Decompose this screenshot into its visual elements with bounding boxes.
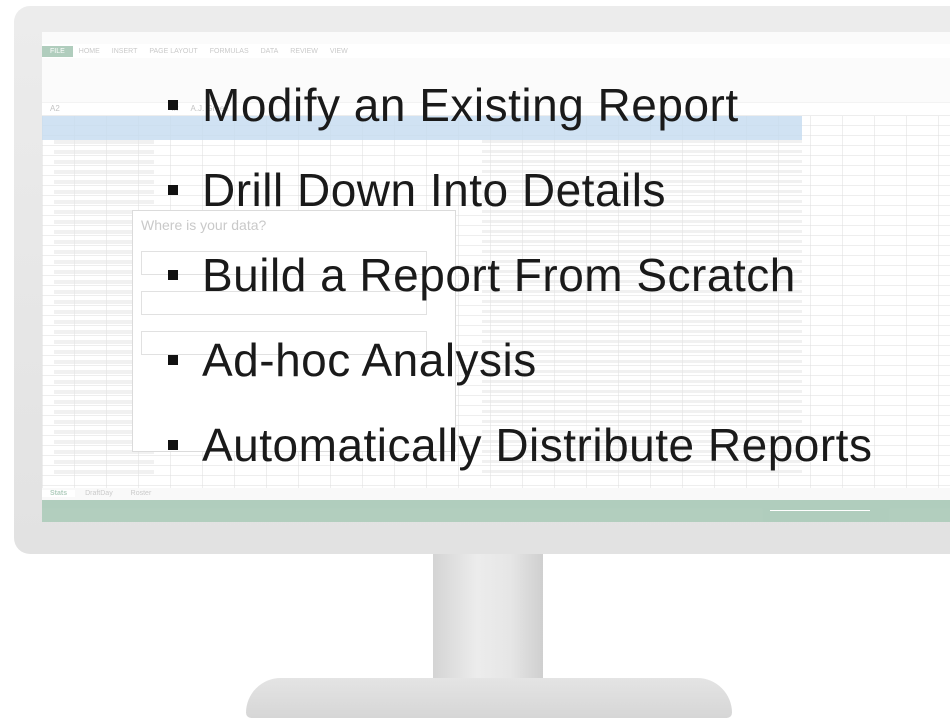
monitor-stand-neck [433, 554, 543, 684]
feature-label: Drill Down Into Details [202, 164, 666, 216]
monitor-frame: FILE HOME INSERT PAGE LAYOUT FORMULAS DA… [14, 6, 950, 554]
bullet-square-icon [168, 100, 178, 110]
feature-item: Build a Report From Scratch [168, 248, 796, 302]
feature-label: Build a Report From Scratch [202, 249, 796, 301]
monitor-screen: FILE HOME INSERT PAGE LAYOUT FORMULAS DA… [42, 32, 950, 522]
monitor-stand-base [246, 678, 732, 718]
feature-item: Ad-hoc Analysis [168, 333, 537, 387]
bullet-square-icon [168, 185, 178, 195]
feature-list: Modify an Existing Report Drill Down Int… [42, 32, 950, 522]
feature-item: Modify an Existing Report [168, 78, 739, 132]
feature-item: Automatically Distribute Reports [168, 418, 872, 472]
feature-label: Ad-hoc Analysis [202, 334, 537, 386]
feature-item: Drill Down Into Details [168, 163, 666, 217]
bullet-square-icon [168, 270, 178, 280]
bullet-square-icon [168, 355, 178, 365]
feature-label: Modify an Existing Report [202, 79, 739, 131]
feature-label: Automatically Distribute Reports [202, 419, 873, 471]
bullet-square-icon [168, 440, 178, 450]
